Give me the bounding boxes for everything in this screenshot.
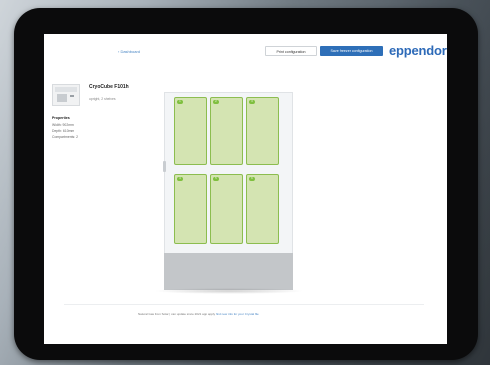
property-width: Width: 902mm bbox=[52, 123, 74, 127]
compartment-badge: 1 bbox=[177, 100, 183, 104]
footer-note: Natural Gas from Solar | can update sinc… bbox=[138, 312, 259, 316]
property-compartments: Compartments: 2 bbox=[52, 135, 79, 139]
compartment-badge: 4 bbox=[177, 177, 183, 181]
compartment[interactable]: 5 bbox=[210, 174, 243, 244]
property-depth: Depth: 610mm bbox=[52, 129, 75, 133]
brand-logo: eppendorf bbox=[389, 43, 447, 58]
thumbnail-detail bbox=[70, 95, 74, 97]
footer-text: Natural Gas from Solar | can update sinc… bbox=[138, 312, 216, 316]
freezer-base bbox=[164, 253, 293, 290]
compartment-badge: 5 bbox=[213, 177, 219, 181]
freezer-handle bbox=[163, 161, 166, 172]
product-thumbnail bbox=[52, 84, 80, 106]
footer-divider bbox=[64, 304, 424, 305]
save-configuration-button[interactable]: Save freezer configuration bbox=[320, 46, 383, 56]
product-name: CryoCube F101h bbox=[89, 84, 129, 90]
compartment-badge: 3 bbox=[249, 100, 255, 104]
back-link[interactable]: ‹ Dashboard bbox=[118, 49, 140, 54]
compartment[interactable]: 1 bbox=[174, 97, 207, 165]
thumbnail-lid bbox=[55, 87, 77, 92]
print-configuration-button[interactable]: Print configuration bbox=[265, 46, 317, 56]
product-subtitle: upright, 2 shelves bbox=[89, 97, 116, 101]
compartment-badge: 2 bbox=[213, 100, 219, 104]
compartment[interactable]: 6 bbox=[246, 174, 279, 244]
floor-shadow bbox=[154, 288, 304, 294]
compartment[interactable]: 3 bbox=[246, 97, 279, 165]
compartment[interactable]: 4 bbox=[174, 174, 207, 244]
app-screen: ‹ Dashboard Print configuration Save fre… bbox=[44, 34, 447, 344]
thumbnail-panel bbox=[57, 94, 67, 102]
properties-title: Properties bbox=[52, 116, 70, 120]
compartment[interactable]: 2 bbox=[210, 97, 243, 165]
compartment-badge: 6 bbox=[249, 177, 255, 181]
footer-link[interactable]: find new info for your Crystal file bbox=[216, 312, 259, 316]
